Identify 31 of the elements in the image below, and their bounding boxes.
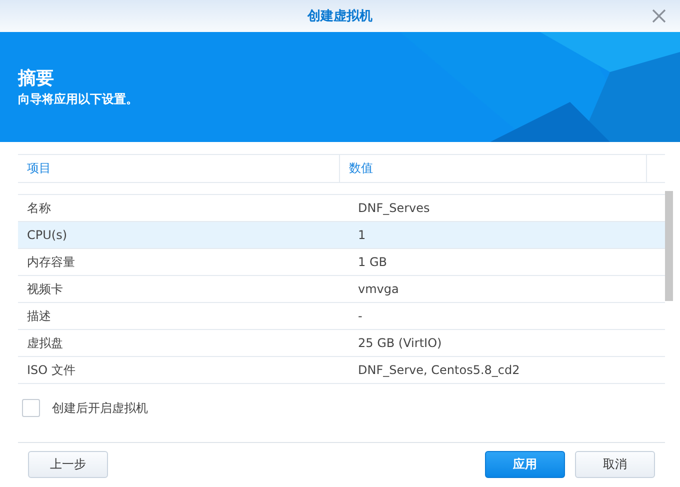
table-row[interactable]: 内存容量 1 GB xyxy=(18,249,665,276)
table-row[interactable]: 视频卡 vmvga xyxy=(18,276,665,303)
checkbox-label: 创建后开启虚拟机 xyxy=(52,400,148,416)
cancel-button[interactable]: 取消 xyxy=(575,451,655,478)
window-title: 创建虚拟机 xyxy=(308,8,372,25)
column-header[interactable]: 项目 xyxy=(18,155,340,182)
table-cell-text: ISO 文件 xyxy=(26,362,76,378)
table-cell-text: 1 xyxy=(357,228,367,242)
table-cell-text: DNF_Serve, Centos5.8_cd2 xyxy=(357,363,521,377)
table-cell-text: DNF_Serves xyxy=(357,201,431,215)
table-cell-text: 内存容量 xyxy=(26,254,76,270)
table-cell-text: - xyxy=(357,309,364,323)
table-row[interactable]: ISO 文件 DNF_Serve, Centos5.8_cd2 xyxy=(18,357,665,384)
table-cell-text: 25 GB (VirtIO) xyxy=(357,336,443,350)
banner-subtitle: 向导将应用以下设置。 xyxy=(18,90,138,108)
table-cell-text: vmvga xyxy=(357,282,400,296)
close-icon[interactable] xyxy=(652,9,666,23)
table-row[interactable]: CPU(s) 1 xyxy=(18,222,665,249)
scrollbar[interactable] xyxy=(665,191,673,301)
table-cell-text: 1 GB xyxy=(357,255,388,269)
column-header[interactable]: 数值 xyxy=(340,155,647,182)
table-cell-text: 名称 xyxy=(26,200,52,216)
table-cell-text: 视频卡 xyxy=(26,280,64,298)
table-cell-text: 描述 xyxy=(26,308,52,324)
table-cell-text: CPU(s) xyxy=(26,228,68,242)
banner-title: 摘要 xyxy=(18,66,55,90)
back-button[interactable]: 上一步 xyxy=(28,451,108,478)
table-cell-text: 虚拟盘 xyxy=(26,334,64,352)
table-row[interactable]: 描述 - xyxy=(18,303,665,330)
table-row[interactable]: 虚拟盘 25 GB (VirtIO) xyxy=(18,330,665,357)
checkbox[interactable] xyxy=(22,399,40,417)
